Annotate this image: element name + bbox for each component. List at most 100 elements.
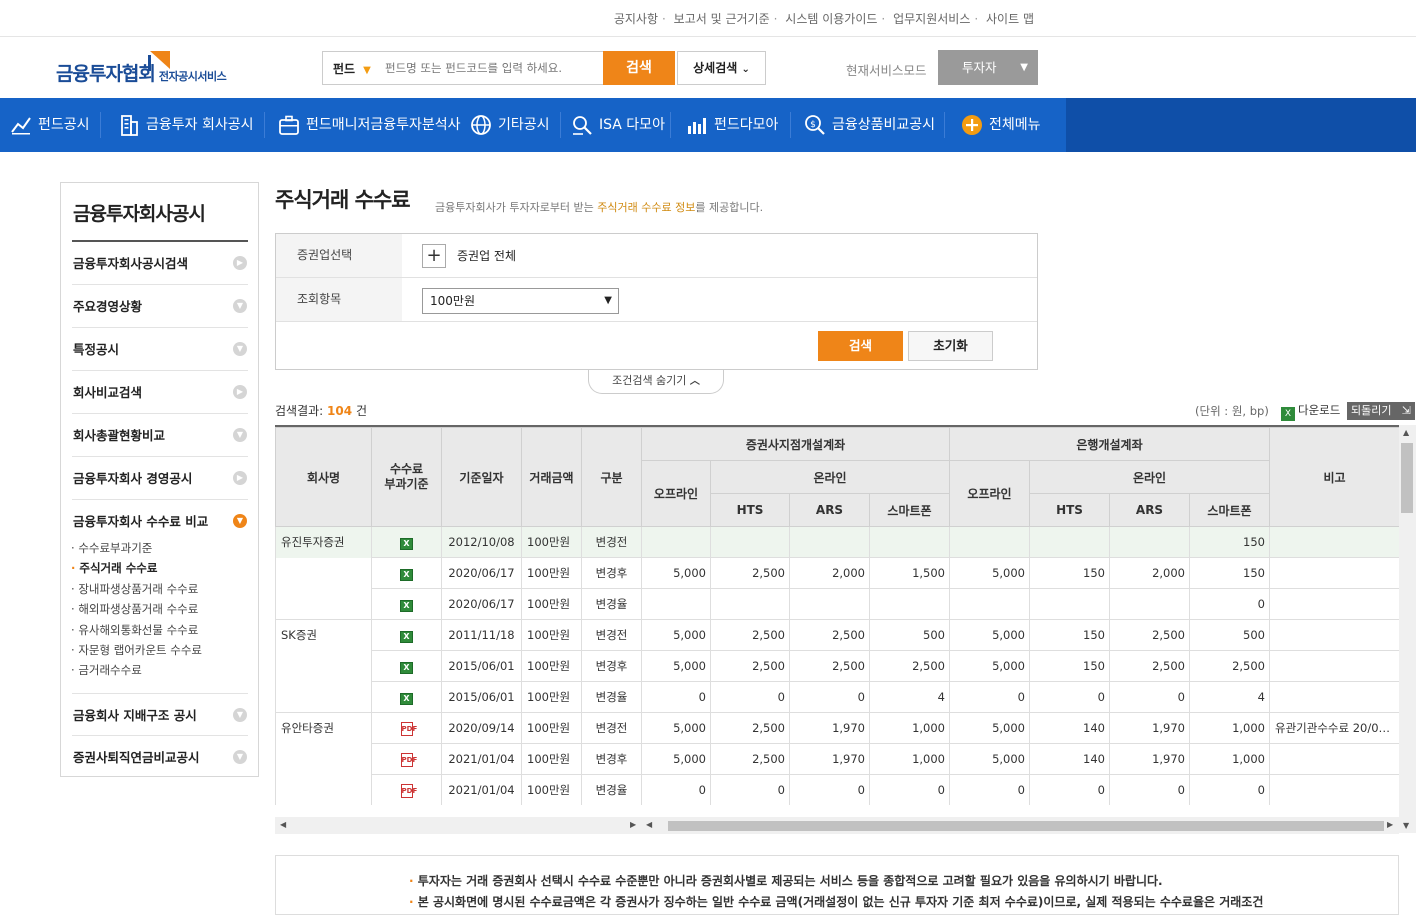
horizontal-scrollbar[interactable]: ◀ ▶ ◀ ▶ [275, 817, 1399, 834]
nav-other-disclosure[interactable]: 기타공시 [470, 98, 550, 152]
cell-date: 2020/09/14 [441, 712, 522, 744]
scroll-right-icon[interactable]: ▶ [630, 820, 636, 829]
vertical-scroll-thumb[interactable] [1401, 443, 1413, 513]
search-input[interactable] [385, 61, 595, 75]
side-item-special[interactable]: 특정공시 ▼ [72, 328, 248, 371]
cell-value: 1,000 [869, 712, 950, 744]
amount-select[interactable]: 100만원 ▼ [422, 288, 619, 314]
cell-value: 5,000 [949, 619, 1030, 651]
notice-line-2: · 본 공시화면에 명시된 수수료금액은 각 증권사가 징수하는 일반 수수료 … [409, 895, 1264, 909]
cell-value: 0 [949, 774, 1030, 805]
cell-value: 0 [1029, 681, 1110, 713]
util-link-support[interactable]: 업무지원서비스 [893, 12, 970, 26]
util-link-sitemap[interactable]: 사이트 맵 [986, 12, 1034, 26]
cell-doc[interactable]: PDF [371, 712, 442, 744]
cell-doc[interactable]: PDF [371, 774, 442, 805]
service-mode-select[interactable]: 투자자 ▼ [938, 50, 1038, 85]
chevron-down-icon: ▼ [233, 708, 247, 722]
side-sub-foreign-derivatives-fee[interactable]: · 해외파생상품거래 수수료 [71, 601, 198, 617]
cell-amount: 100만원 [521, 650, 582, 682]
toggle-filter-button[interactable]: 조건검색 숨기기 ︿ [588, 370, 724, 394]
excel-icon[interactable]: X [400, 692, 413, 705]
util-link-guide[interactable]: 시스템 이용가이드 [785, 12, 877, 26]
filter-reset-button[interactable]: 초기화 [908, 331, 993, 361]
excel-icon[interactable]: X [400, 661, 413, 674]
nav-isa-damoa[interactable]: ISA 다모아 [571, 98, 665, 152]
filter-row-securities: 증권업선택 + 증권업 전체 [276, 234, 1037, 278]
chevron-down-icon: ▼ [233, 428, 247, 442]
download-button[interactable]: X 다운로드 [1281, 402, 1340, 421]
cell-doc[interactable]: X [371, 681, 442, 713]
cell-value [789, 588, 870, 620]
arrow-right-icon: ▶ [233, 471, 247, 485]
nav-all-menu[interactable]: 전체메뉴 [961, 98, 1041, 152]
util-link-notice[interactable]: 공지사항 [614, 12, 658, 26]
pdf-icon[interactable]: PDF [400, 753, 417, 767]
nav-fund-damoa[interactable]: 펀드다모아 [686, 98, 778, 152]
side-item-pension[interactable]: 증권사퇴직연금비교공시 ▼ [72, 736, 248, 779]
page-title: 주식거래 수수료 [275, 188, 411, 212]
cell-doc[interactable]: X [371, 557, 442, 589]
cell-date: 2021/01/04 [441, 774, 522, 805]
pdf-icon[interactable]: PDF [400, 784, 417, 798]
vertical-scrollbar[interactable]: ▲ ▼ [1399, 425, 1416, 833]
horizontal-scroll-thumb[interactable] [668, 821, 1384, 831]
side-item-overview[interactable]: 회사총괄현황비교 ▼ [72, 414, 248, 457]
side-item-compare[interactable]: 회사비교검색 ▶ [72, 371, 248, 414]
scroll-left-icon[interactable]: ◀ [280, 820, 286, 829]
table-row: X 2020/06/17 100만원 변경후 5,000 2,500 2,000 1,500 5… [275, 557, 1399, 589]
table-row: X 2015/06/01 100만원 변경후 5,000 2,500 2,500 2,500 5… [275, 650, 1399, 682]
nav-company-disclosure[interactable]: 금융투자 회사공시 [118, 98, 254, 152]
search-button[interactable]: 검색 [603, 51, 675, 85]
pdf-icon[interactable]: PDF [400, 722, 417, 736]
utility-bar: 공지사항 · 보고서 및 근거기준 · 시스템 이용가이드 · 업무지원서비스 · 사이… [0, 0, 1416, 37]
excel-icon[interactable]: X [400, 599, 413, 612]
filter-search-button[interactable]: 검색 [818, 331, 903, 361]
site-logo[interactable]: 금융투자협회 전자공시서비스 [56, 59, 227, 86]
excel-icon[interactable]: X [400, 630, 413, 643]
side-item-fee-compare[interactable]: 금융투자회사 수수료 비교 ▼ [72, 500, 248, 543]
excel-icon[interactable]: X [400, 537, 413, 550]
scroll-up-icon[interactable]: ▲ [1403, 428, 1409, 437]
side-item-management[interactable]: 주요경영상황 ▼ [72, 285, 248, 328]
side-sub-stock-fee[interactable]: · 주식거래 수수료 [71, 560, 157, 576]
side-sub-wrap-fee[interactable]: · 자문형 랩어카운트 수수료 [71, 642, 202, 658]
cell-value: 0 [949, 681, 1030, 713]
side-sub-fx-futures-fee[interactable]: · 유사해외통화선물 수수료 [71, 622, 198, 638]
cell-doc[interactable]: PDF [371, 743, 442, 775]
cell-doc[interactable]: X [371, 526, 442, 558]
side-sub-fee-basis[interactable]: · 수수료부과기준 [71, 540, 152, 556]
excel-icon[interactable]: X [400, 568, 413, 581]
cell-note [1269, 557, 1399, 589]
scroll-down-icon[interactable]: ▼ [1403, 821, 1409, 830]
nav-fund-manager[interactable]: 펀드매니저금융투자분석사 [278, 98, 461, 152]
side-sub-gold-fee[interactable]: · 금거래수수료 [71, 662, 142, 678]
advanced-search-button[interactable]: 상세검색 ⌄ [677, 51, 766, 85]
side-item-mgmt-disclosure[interactable]: 금융투자회사 경영공시 ▶ [72, 457, 248, 500]
table-row: X 2015/06/01 100만원 변경율 0 0 0 4 0 0 0 4 [275, 681, 1399, 713]
restore-button[interactable]: 되돌리기 ⇲ [1347, 402, 1415, 420]
nav-fund-disclosure[interactable]: 펀드공시 [10, 98, 90, 152]
scroll-right-icon[interactable]: ▶ [1387, 820, 1393, 829]
cell-value [949, 588, 1030, 620]
scroll-left-icon[interactable]: ◀ [646, 820, 652, 829]
col-company: 회사명 [275, 427, 372, 527]
cell-value: 2,500 [1109, 650, 1190, 682]
table-row: SK증권 X 2011/11/18 100만원 변경전 5,000 2,500 2,500 50… [275, 619, 1399, 651]
util-link-reports[interactable]: 보고서 및 근거기준 [674, 12, 770, 26]
search-doc-icon [573, 116, 592, 135]
side-item-governance[interactable]: 금융회사 지배구조 공시 ▼ [72, 693, 248, 736]
side-sub-derivatives-fee[interactable]: · 장내파생상품거래 수수료 [71, 581, 198, 597]
result-count: 검색결과: 104 건 [275, 404, 367, 418]
nav-product-compare[interactable]: $ 금융상품비교공시 [804, 98, 935, 152]
search-category-select[interactable]: 펀드 ▼ [333, 60, 371, 77]
cell-date: 2020/06/17 [441, 557, 522, 589]
side-item-search[interactable]: 금융투자회사공시검색 ▶ [72, 242, 248, 285]
cell-company [275, 557, 372, 589]
cell-value: 0 [641, 774, 711, 805]
chevron-down-icon: ▼ [604, 295, 612, 306]
add-securities-button[interactable]: + [422, 244, 446, 268]
cell-doc[interactable]: X [371, 588, 442, 620]
cell-doc[interactable]: X [371, 619, 442, 651]
cell-doc[interactable]: X [371, 650, 442, 682]
